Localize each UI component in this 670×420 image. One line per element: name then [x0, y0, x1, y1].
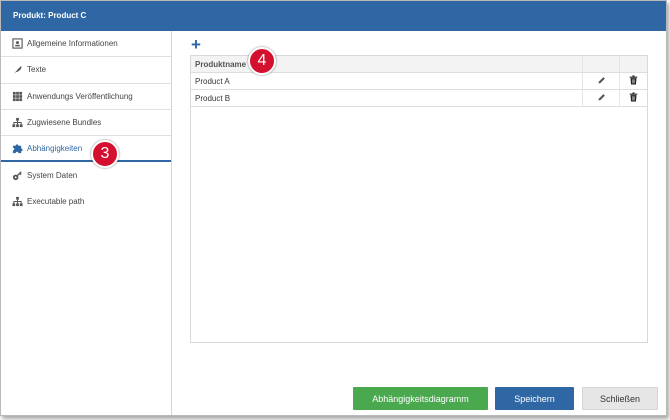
table-row[interactable]: Product A [191, 73, 647, 90]
sidebar-item-executable-path[interactable]: Executable path [1, 189, 171, 215]
callout-badge-3: 3 [91, 140, 119, 168]
delete-button[interactable] [620, 90, 647, 106]
edit-button[interactable] [583, 90, 620, 106]
hierarchy-icon [12, 196, 23, 207]
table-row[interactable]: Product B [191, 90, 647, 107]
trash-icon [629, 92, 638, 104]
sidebar-item-dependencies[interactable]: Abhängigkeiten [1, 136, 171, 163]
dependency-diagram-button[interactable]: Abhängigkeitsdiagramm [353, 387, 488, 410]
callout-badge-4: 4 [248, 47, 276, 75]
sidebar-item-publishing[interactable]: Anwendungs Veröffentlichung [1, 84, 171, 110]
hierarchy-icon [12, 117, 23, 128]
sidebar-item-label: Anwendungs Veröffentlichung [27, 91, 133, 101]
key-icon [12, 170, 23, 181]
trash-icon [629, 75, 638, 87]
pencil-icon [597, 93, 606, 104]
sidebar-item-texts[interactable]: Texte [1, 57, 171, 84]
product-name-cell: Product A [191, 73, 583, 89]
product-dialog: Produkt: Product C Allgemeine Informatio… [0, 0, 667, 416]
grid-icon [12, 91, 23, 102]
dialog-title: Produkt: Product C [1, 1, 666, 31]
sidebar-item-label: System Daten [27, 170, 78, 180]
product-name-cell: Product B [191, 90, 583, 106]
id-card-icon [12, 38, 23, 49]
sidebar-item-label: Zugwiesene Bundles [27, 118, 102, 128]
sidebar: Allgemeine Informationen Texte Anwendung… [1, 31, 172, 415]
add-dependency-button[interactable]: + [191, 36, 203, 53]
dependencies-grid: Produktname Product A Product B [190, 55, 648, 343]
edit-button[interactable] [583, 73, 620, 89]
sidebar-item-system-data[interactable]: System Daten [1, 162, 171, 188]
sidebar-item-label: Allgemeine Informationen [27, 39, 118, 49]
save-button[interactable]: Speichern [495, 387, 574, 410]
feather-icon [12, 64, 23, 75]
close-button[interactable]: Schließen [582, 387, 658, 410]
sidebar-item-label: Abhängigkeiten [27, 143, 83, 153]
puzzle-icon [12, 143, 23, 154]
pencil-icon [597, 76, 606, 87]
delete-button[interactable] [620, 73, 647, 89]
sidebar-item-general-info[interactable]: Allgemeine Informationen [1, 31, 171, 58]
sidebar-item-label: Texte [27, 65, 47, 75]
sidebar-item-label: Executable path [27, 196, 85, 206]
sidebar-item-bundles[interactable]: Zugwiesene Bundles [1, 110, 171, 137]
